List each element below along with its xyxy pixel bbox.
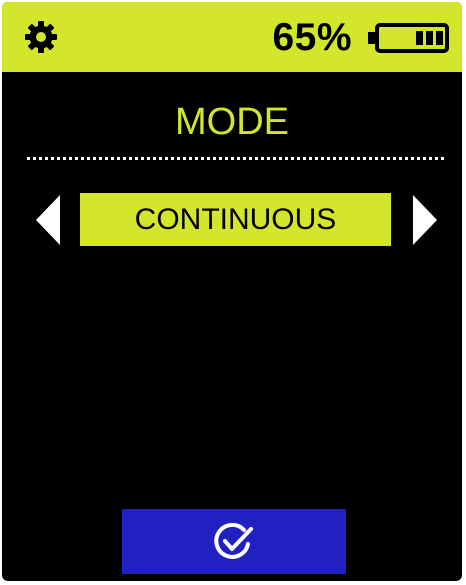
battery-percentage: 65% [272,16,352,59]
status-bar: 65% [2,2,462,72]
confirm-button[interactable] [122,509,346,574]
battery-bar [436,31,443,45]
check-circle-icon [214,522,253,559]
divider [27,157,444,160]
arrow-right-icon[interactable] [413,195,437,245]
device-screen: 65% MODE CONTINUOUS [2,2,462,581]
mode-value: CONTINUOUS [80,193,391,246]
battery-bar [416,31,423,45]
gear-icon[interactable] [24,20,58,54]
battery-bar [426,31,433,45]
battery-icon [368,23,449,53]
arrow-left-icon[interactable] [36,195,60,245]
page-title: MODE [175,101,289,143]
